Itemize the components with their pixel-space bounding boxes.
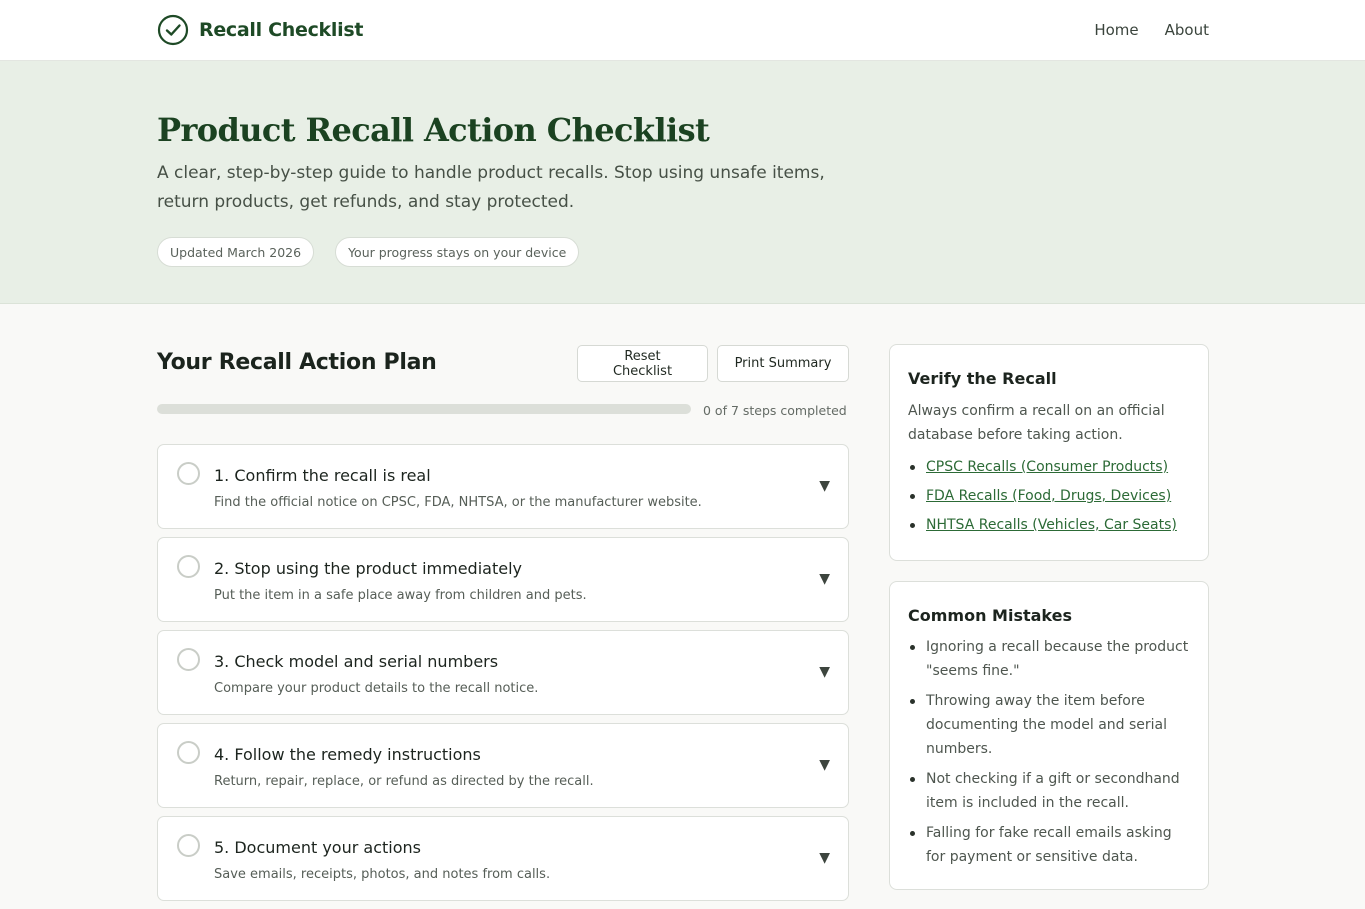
reset-checklist-button[interactable]: Reset Checklist xyxy=(577,345,708,382)
cpsc-recalls-link[interactable]: CPSC Recalls (Consumer Products) xyxy=(926,459,1168,475)
check-circle-icon xyxy=(157,14,189,46)
plan-title: Your Recall Action Plan xyxy=(157,350,437,375)
nhtsa-recalls-link[interactable]: NHTSA Recalls (Vehicles, Car Seats) xyxy=(926,517,1177,533)
step-title: 5. Document your actions xyxy=(214,838,421,857)
chevron-down-icon[interactable]: ▼ xyxy=(819,478,830,494)
step-item[interactable]: 4. Follow the remedy instructions Return… xyxy=(157,723,849,808)
verify-card-title: Verify the Recall xyxy=(908,369,1057,388)
step-title: 1. Confirm the recall is real xyxy=(214,466,431,485)
hero-badges: Updated March 2026 Your progress stays o… xyxy=(157,237,600,267)
progress-bar xyxy=(157,404,691,414)
verify-recall-card: Verify the Recall Always confirm a recal… xyxy=(889,344,1209,561)
step-description: Return, repair, replace, or refund as di… xyxy=(214,774,594,789)
page-title: Product Recall Action Checklist xyxy=(157,111,710,149)
page-subtitle: A clear, step-by-step guide to handle pr… xyxy=(157,163,825,212)
mistakes-card-title: Common Mistakes xyxy=(908,606,1072,625)
verify-card-text: Always confirm a recall on an official d… xyxy=(908,403,1165,443)
recall-database-links: CPSC Recalls (Consumer Products) FDA Rec… xyxy=(908,455,1194,542)
step-checkbox[interactable] xyxy=(177,834,200,857)
step-description: Find the official notice on CPSC, FDA, N… xyxy=(214,495,702,510)
updated-badge: Updated March 2026 xyxy=(157,237,315,267)
step-item[interactable]: 1. Confirm the recall is real Find the o… xyxy=(157,444,849,529)
chevron-down-icon[interactable]: ▼ xyxy=(819,757,830,773)
fda-recalls-link[interactable]: FDA Recalls (Food, Drugs, Devices) xyxy=(926,488,1171,504)
list-item: Not checking if a gift or secondhand ite… xyxy=(908,767,1194,815)
step-title: 4. Follow the remedy instructions xyxy=(214,745,481,764)
step-description: Compare your product details to the reca… xyxy=(214,681,539,696)
step-description: Save emails, receipts, photos, and notes… xyxy=(214,867,551,882)
mistakes-list: Ignoring a recall because the product "s… xyxy=(908,635,1194,875)
brand-name: Recall Checklist xyxy=(199,19,364,41)
step-checkbox[interactable] xyxy=(177,462,200,485)
step-list: 1. Confirm the recall is real Find the o… xyxy=(157,444,849,909)
progress-text: 0 of 7 steps completed xyxy=(703,403,847,418)
step-checkbox[interactable] xyxy=(177,741,200,764)
step-item[interactable]: 3. Check model and serial numbers Compar… xyxy=(157,630,849,715)
nav-about-link[interactable]: About xyxy=(1165,21,1209,39)
step-title: 2. Stop using the product immediately xyxy=(214,559,522,578)
list-item: NHTSA Recalls (Vehicles, Car Seats) xyxy=(908,513,1194,537)
step-item[interactable]: 5. Document your actions Save emails, re… xyxy=(157,816,849,901)
step-title: 3. Check model and serial numbers xyxy=(214,652,499,671)
hero-section: Product Recall Action Checklist A clear,… xyxy=(0,61,1365,304)
nav-home-link[interactable]: Home xyxy=(1094,21,1138,39)
list-item: Falling for fake recall emails asking fo… xyxy=(908,821,1194,869)
step-checkbox[interactable] xyxy=(177,555,200,578)
list-item: CPSC Recalls (Consumer Products) xyxy=(908,455,1194,479)
common-mistakes-card: Common Mistakes Ignoring a recall becaus… xyxy=(889,581,1209,890)
privacy-badge: Your progress stays on your device xyxy=(335,237,580,267)
chevron-down-icon[interactable]: ▼ xyxy=(819,850,830,866)
list-item: Throwing away the item before documentin… xyxy=(908,689,1194,761)
step-checkbox[interactable] xyxy=(177,648,200,671)
top-nav-bar: Recall Checklist Home About xyxy=(0,0,1365,61)
step-description: Put the item in a safe place away from c… xyxy=(214,588,587,603)
brand[interactable]: Recall Checklist xyxy=(157,14,363,46)
step-item[interactable]: 2. Stop using the product immediately Pu… xyxy=(157,537,849,622)
list-item: Ignoring a recall because the product "s… xyxy=(908,635,1194,683)
main-nav: Home About xyxy=(1068,21,1209,39)
print-summary-button[interactable]: Print Summary xyxy=(717,345,849,382)
list-item: FDA Recalls (Food, Drugs, Devices) xyxy=(908,484,1194,508)
chevron-down-icon[interactable]: ▼ xyxy=(819,571,830,587)
chevron-down-icon[interactable]: ▼ xyxy=(819,664,830,680)
